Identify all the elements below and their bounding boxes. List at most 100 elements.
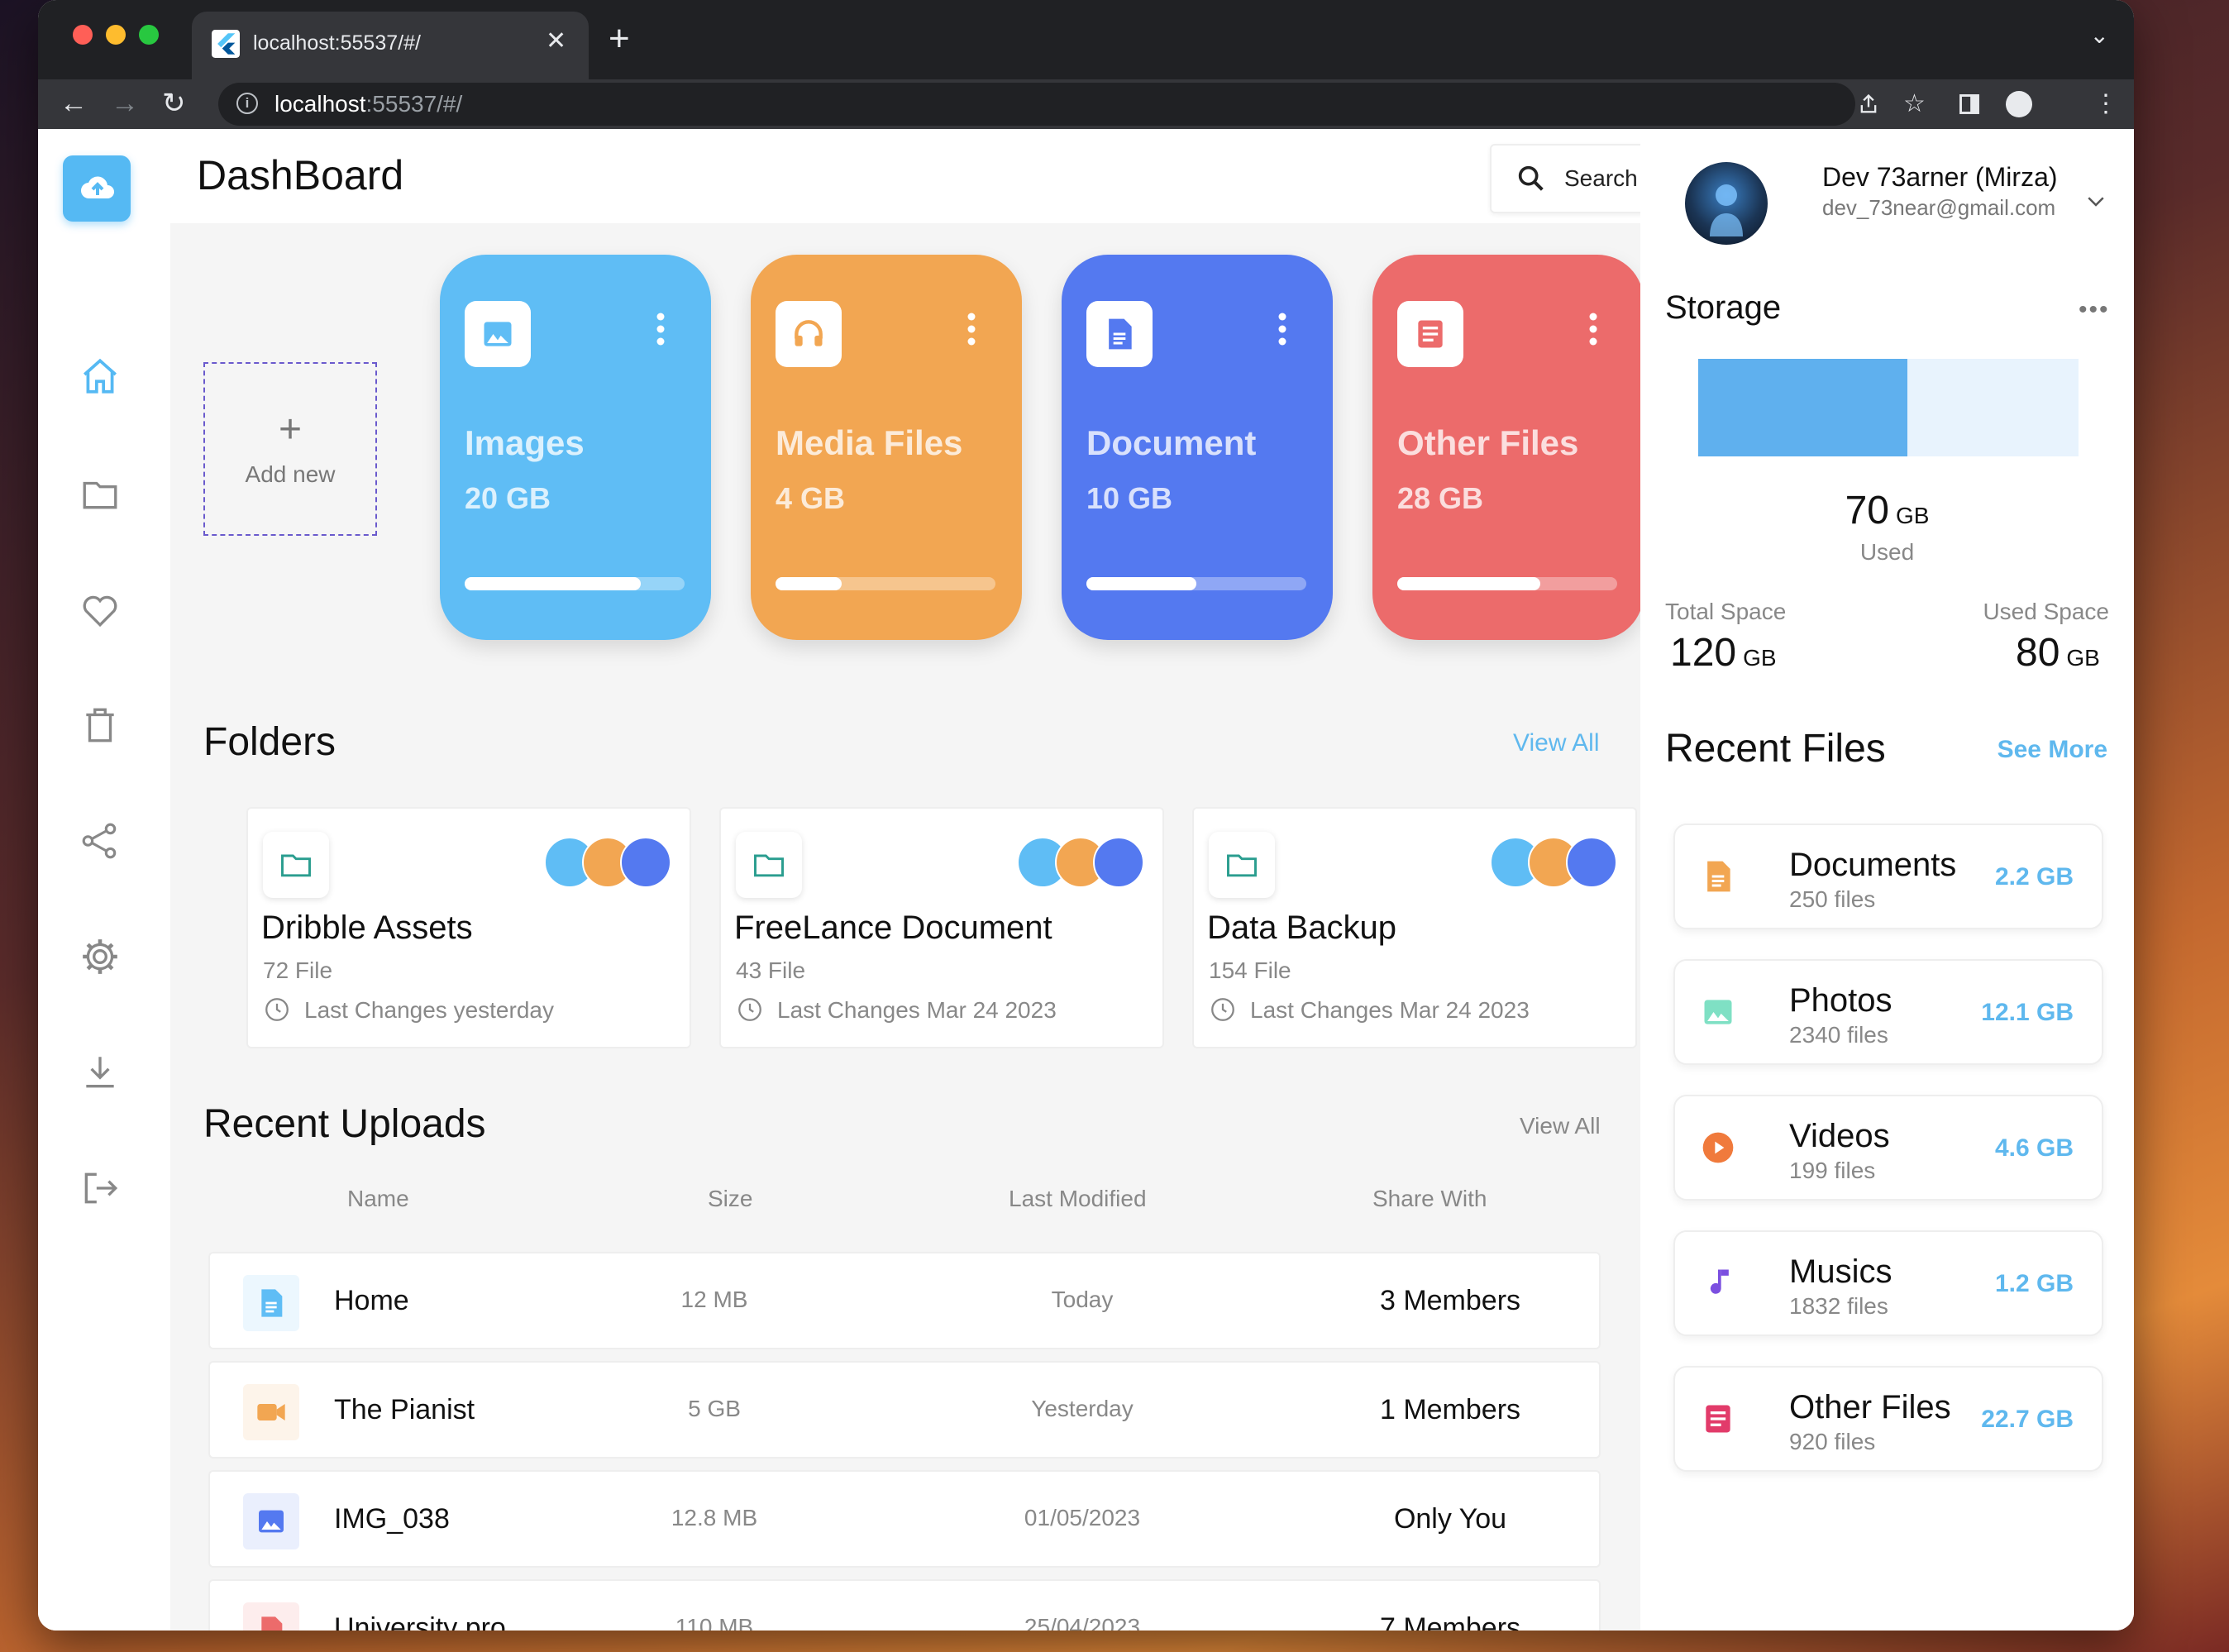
home-icon[interactable] [79,356,121,397]
heart-icon[interactable] [79,589,121,630]
avatar-figure-icon [1710,184,1743,236]
column-header-name[interactable]: Name [347,1186,409,1212]
search-button[interactable]: Search [1490,144,1663,213]
category-label: Images [465,423,585,462]
category-progress-fill [465,577,641,590]
download-icon[interactable] [79,1052,121,1093]
column-header-last-modified[interactable]: Last Modified [1009,1186,1147,1212]
share-nodes-icon[interactable] [79,820,121,862]
used-storage: 70 GB [1640,488,2134,533]
recent-file-item[interactable]: Photos 2340 files 12.1 GB [1673,959,2103,1065]
upload-size: 12 MB [680,1287,748,1312]
page-title: DashBoard [197,152,404,198]
recent-file-count: 920 files [1789,1429,1876,1454]
profile-icon[interactable] [2006,91,2032,117]
chevron-down-icon[interactable] [2083,189,2108,213]
recent-file-item[interactable]: Other Files 920 files 22.7 GB [1673,1366,2103,1472]
recent-file-size: 22.7 GB [1981,1406,2074,1433]
recent-uploads-title: Recent Uploads [203,1102,486,1146]
folder-icon[interactable] [79,473,121,514]
upload-last-modified: Yesterday [1031,1396,1134,1421]
recent-file-name: Musics [1789,1253,1893,1290]
site-info-icon[interactable]: i [236,93,258,114]
bookmark-star-icon[interactable]: ☆ [1903,88,1926,121]
zoom-window-button[interactable] [139,25,159,45]
logout-icon[interactable] [79,1167,121,1209]
document-icon [261,1289,283,1317]
add-new-button[interactable]: + Add new [203,362,377,536]
upload-row[interactable]: Home 12 MB Today 3 Members [208,1252,1601,1349]
kebab-menu-icon[interactable] [1278,313,1286,346]
cloud-upload-logo[interactable] [63,155,131,222]
recent-file-name: Documents [1789,847,1957,883]
upload-icon-box [243,1384,299,1440]
category-card[interactable]: Media Files 4 GB [751,255,1022,640]
upload-last-modified: 01/05/2023 [1024,1505,1141,1530]
new-tab-button[interactable]: + [609,18,630,60]
music-note-icon [1710,1269,1729,1294]
column-header-share-with[interactable]: Share With [1372,1186,1487,1212]
recent-file-icon-box [1700,1401,1736,1437]
tab-title: localhost:55537/#/ [253,31,421,55]
upload-name: The Pianist [334,1394,475,1425]
column-header-size[interactable]: Size [708,1186,752,1212]
upload-last-modified: 25/04/2023 [1024,1614,1141,1631]
category-icon-box [776,301,842,367]
user-name: Dev 73arner (Mirza) [1822,162,2058,192]
browser-window: localhost:55537/#/ ✕ + ⌄ ← → ↻ i localho… [38,0,2134,1631]
folder-card[interactable]: Data Backup 154 File Last Changes Mar 24… [1192,807,1637,1048]
document-icon [1707,861,1730,892]
upload-row[interactable]: University pro 110 MB 25/04/2023 7 Membe… [208,1579,1601,1631]
recent-file-count: 250 files [1789,886,1876,912]
recent-file-item[interactable]: Musics 1832 files 1.2 GB [1673,1230,2103,1336]
uploads-view-all-link[interactable]: View All [1520,1113,1601,1139]
user-avatar[interactable] [1685,162,1768,245]
category-icon-box [1086,301,1153,367]
close-tab-icon[interactable]: ✕ [546,26,566,56]
forward-icon[interactable]: → [111,86,139,121]
recent-file-icon-box [1700,1265,1736,1301]
minimize-window-button[interactable] [106,25,126,45]
reload-icon[interactable]: ↻ [162,86,186,121]
side-panel-icon[interactable] [1958,93,1981,116]
see-more-link[interactable]: See More [1998,736,2107,764]
upload-icon-box [243,1275,299,1331]
category-card[interactable]: Images 20 GB [440,255,711,640]
storage-title: Storage [1665,289,1782,326]
flutter-icon [212,30,240,58]
used-space-value: 80 [2016,631,2060,675]
folder-name: Dribble Assets [261,910,473,946]
recent-file-size: 12.1 GB [1981,999,2074,1026]
browser-tab[interactable]: localhost:55537/#/ ✕ [192,12,589,79]
category-progress-bar [776,577,995,590]
recent-file-item[interactable]: Videos 199 files 4.6 GB [1673,1095,2103,1201]
kebab-menu-icon[interactable] [656,313,665,346]
tab-bar: localhost:55537/#/ ✕ + ⌄ [38,0,2134,79]
settings-gear-icon[interactable] [79,936,121,977]
category-icon-box [1397,301,1463,367]
browser-menu-icon[interactable]: ⋮ [2093,88,2118,121]
upload-row[interactable]: The Pianist 5 GB Yesterday 1 Members [208,1361,1601,1459]
share-icon[interactable] [1857,93,1880,116]
recent-file-size: 1.2 GB [1994,1270,2074,1297]
folder-card[interactable]: FreeLance Document 43 File Last Changes … [719,807,1164,1048]
folder-card[interactable]: Dribble Assets 72 File Last Changes yest… [246,807,691,1048]
category-card[interactable]: Document 10 GB [1062,255,1333,640]
more-options-icon[interactable]: ••• [2079,296,2110,324]
folder-last-changed: Last Changes Mar 24 2023 [1250,997,1530,1023]
close-window-button[interactable] [73,25,93,45]
trash-icon[interactable] [79,704,121,746]
folders-view-all-link[interactable]: View All [1513,729,1600,757]
back-icon[interactable]: ← [60,86,88,121]
recent-file-item[interactable]: Documents 250 files 2.2 GB [1673,824,2103,929]
tab-search-chevron-icon[interactable]: ⌄ [2090,21,2109,49]
url-field[interactable]: i localhost:55537/#/ [218,83,1855,126]
category-card[interactable]: Other Files 28 GB [1372,255,1644,640]
folder-icon-box [263,832,329,898]
folder-icon [281,854,311,877]
folder-icon [1227,854,1257,877]
kebab-menu-icon[interactable] [967,313,976,346]
kebab-menu-icon[interactable] [1589,313,1597,346]
upload-row[interactable]: IMG_038 12.8 MB 01/05/2023 Only You [208,1470,1601,1568]
recent-file-icon-box [1700,1129,1736,1166]
